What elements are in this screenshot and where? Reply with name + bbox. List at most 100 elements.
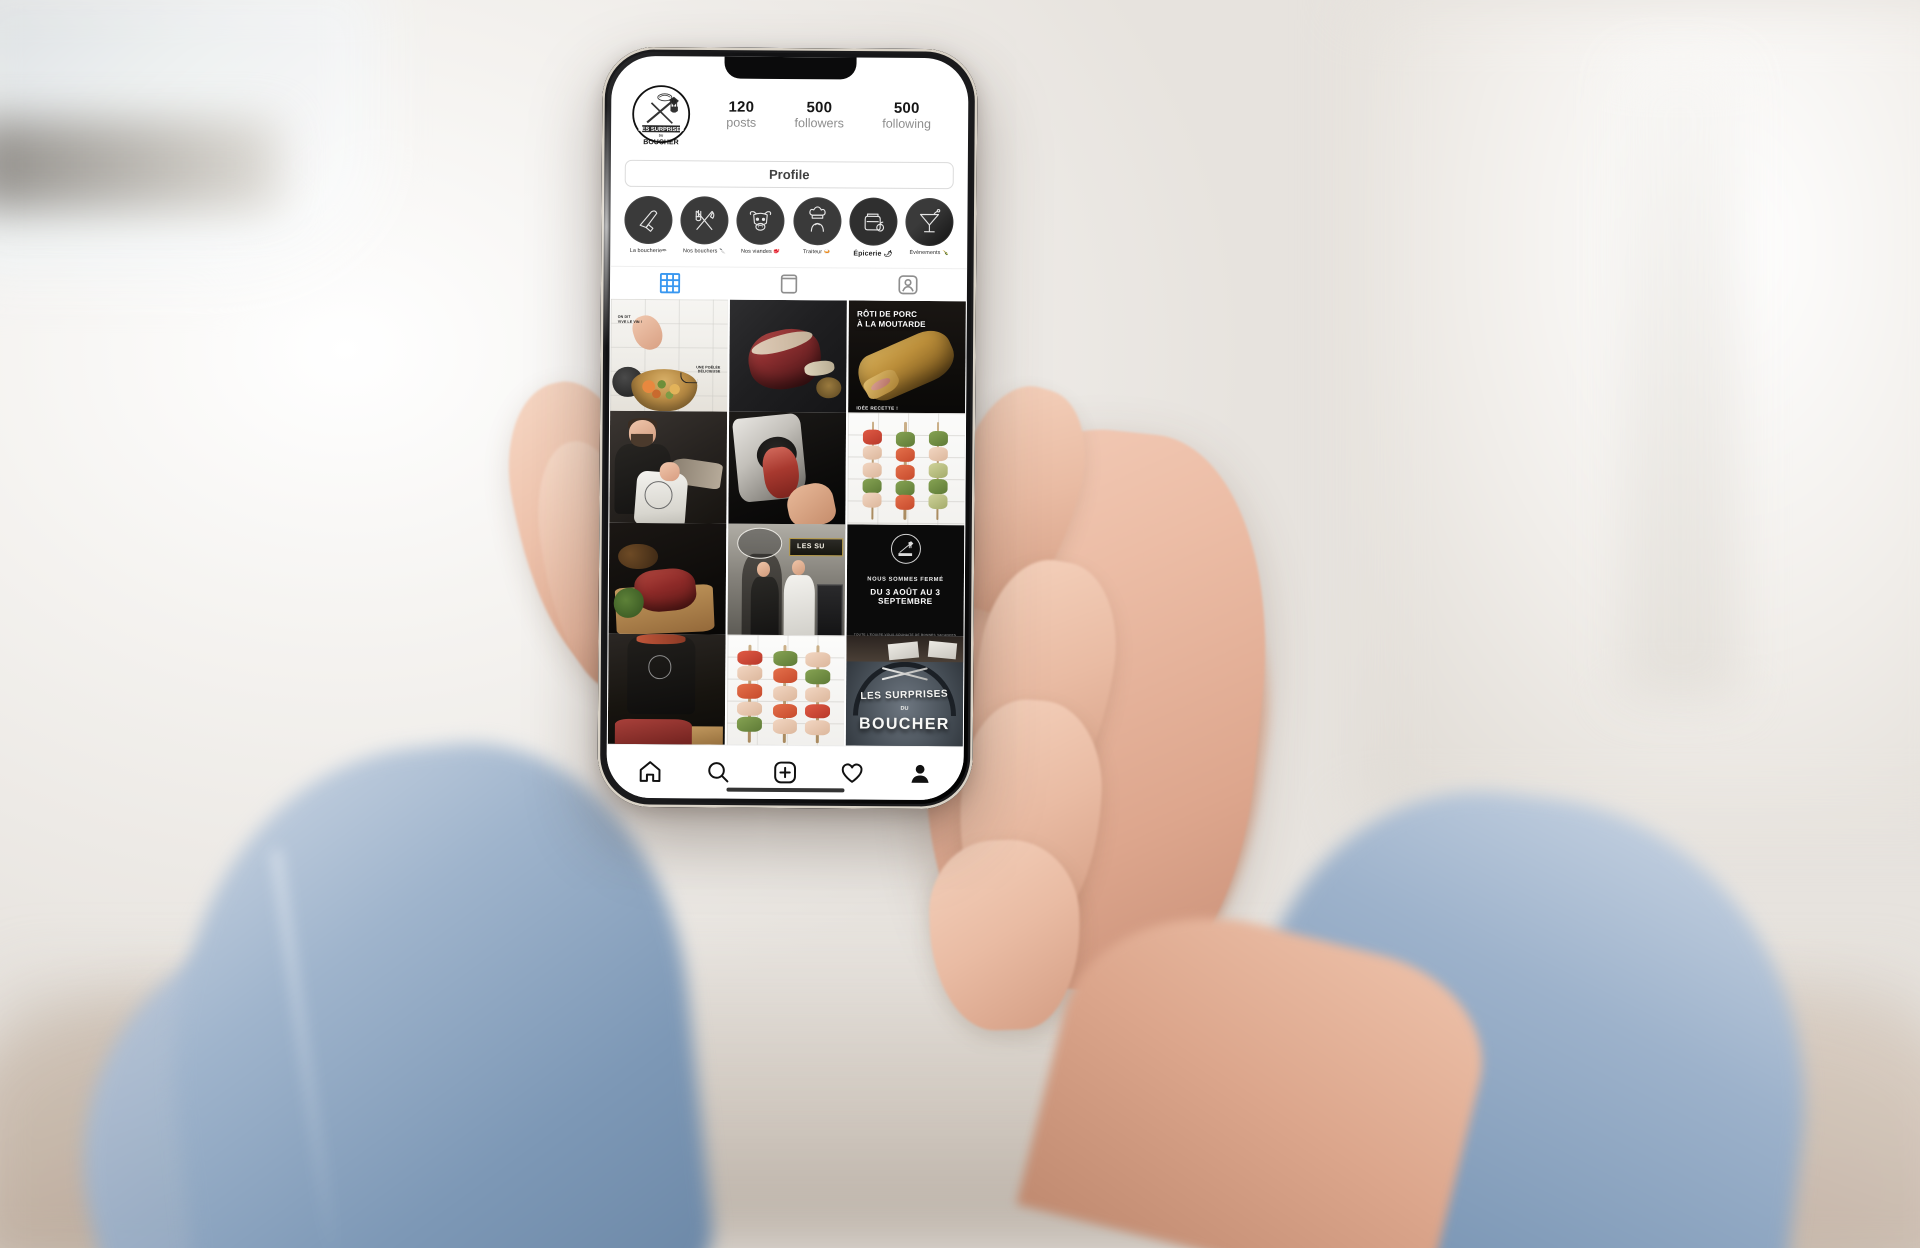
post-image bbox=[847, 412, 966, 530]
profile-button[interactable]: Profile bbox=[624, 159, 954, 190]
skewer-3 bbox=[928, 422, 948, 521]
skewer-piece bbox=[862, 462, 883, 478]
nav-search[interactable] bbox=[699, 753, 737, 791]
post-image: RÔTI DE PORC À LA MOUTARDE IDÉE RECETTE … bbox=[848, 300, 966, 419]
highlight-cover bbox=[792, 197, 842, 246]
awning-left bbox=[887, 641, 920, 661]
tab-reels[interactable] bbox=[729, 268, 848, 301]
skewer-piece bbox=[895, 465, 915, 480]
post-image bbox=[728, 411, 847, 530]
background-shelf bbox=[0, 120, 280, 210]
announcement-line-1: NOUS SOMMES FERMÉ bbox=[867, 576, 944, 584]
svg-text:LES SURPRISES: LES SURPRISES bbox=[638, 127, 684, 133]
profile-tabs bbox=[609, 265, 968, 302]
post-tile-11[interactable] bbox=[726, 634, 845, 747]
side-dish-shape bbox=[815, 377, 842, 399]
story-highlights: La boucherie✏ Nos bouchers 🔪 Nos viandes… bbox=[610, 187, 968, 262]
post-tile-8[interactable]: LES SU bbox=[727, 523, 846, 641]
tab-grid[interactable] bbox=[610, 267, 729, 300]
post-tile-3[interactable]: RÔTI DE PORC À LA MOUTARDE IDÉE RECETTE … bbox=[848, 300, 966, 419]
skewer-piece bbox=[862, 492, 882, 508]
skewer-piece bbox=[772, 668, 798, 683]
skewer-2 bbox=[895, 421, 916, 521]
phone-notch bbox=[723, 56, 857, 80]
skewer-piece bbox=[895, 494, 915, 510]
nav-home[interactable] bbox=[631, 752, 669, 790]
post-image: NOUS SOMMES FERMÉ DU 3 AOÛT AU 3 SEPTEMB… bbox=[846, 523, 965, 642]
highlight-cover bbox=[680, 196, 729, 245]
skewer-piece bbox=[805, 703, 831, 719]
svg-text:BOUCHER: BOUCHER bbox=[643, 139, 678, 146]
post-image bbox=[729, 299, 847, 418]
skewer-piece bbox=[737, 701, 763, 717]
skewer-piece bbox=[863, 429, 883, 445]
post-image: ON DIT VIVE LE VIN ! UNE POÊLÉE DÉLICIEU… bbox=[610, 298, 728, 417]
knife-fork-icon bbox=[695, 210, 715, 231]
post-image bbox=[607, 634, 726, 747]
grid-icon bbox=[659, 273, 680, 294]
skewer-piece bbox=[928, 430, 948, 446]
apron-logo bbox=[648, 655, 672, 679]
skewer-piece bbox=[805, 652, 831, 668]
skewer-piece bbox=[737, 665, 763, 681]
avatar[interactable]: LES SURPRISES DU BOUCHER bbox=[624, 77, 698, 151]
skewer-piece bbox=[928, 463, 948, 479]
post-tile-5[interactable] bbox=[728, 411, 847, 530]
stat-posts[interactable]: 120 posts bbox=[726, 98, 756, 130]
stat-followers[interactable]: 500 followers bbox=[795, 99, 845, 131]
skewer-piece bbox=[805, 720, 830, 736]
post-tile-7[interactable] bbox=[608, 522, 727, 641]
nav-profile[interactable] bbox=[901, 754, 939, 792]
post-tile-4[interactable] bbox=[609, 410, 728, 529]
highlight-evenements[interactable]: Évènements 🍾 bbox=[904, 197, 954, 258]
skewer-piece bbox=[895, 447, 916, 463]
butcher-2 bbox=[783, 574, 815, 641]
highlight-traiteur[interactable]: Traiteur 🍛 bbox=[792, 197, 842, 257]
highlight-label: Nos viandes 🥩 bbox=[740, 248, 781, 255]
stat-following-value: 500 bbox=[893, 99, 920, 117]
post-tile-10[interactable] bbox=[607, 634, 726, 747]
cocktail-icon bbox=[919, 209, 941, 233]
highlight-cover bbox=[905, 197, 954, 247]
shop-banner: LES SU bbox=[788, 537, 843, 557]
post-tile-6[interactable] bbox=[847, 412, 966, 530]
highlight-nos-viandes[interactable]: Nos viandes 🥩 bbox=[736, 196, 786, 257]
skewer-piece bbox=[772, 685, 798, 701]
profile-action-row: Profile bbox=[611, 154, 968, 190]
highlight-nos-bouchers[interactable]: Nos bouchers 🔪 bbox=[679, 196, 729, 256]
apron-strap bbox=[636, 634, 686, 644]
highlight-epicerie[interactable]: Épicerie 🌶 bbox=[848, 197, 898, 258]
crossed-utensils-icon bbox=[881, 664, 928, 683]
jar-icon bbox=[864, 213, 884, 232]
tab-tagged[interactable] bbox=[848, 268, 967, 301]
cleaver-icon bbox=[639, 210, 658, 232]
stat-following[interactable]: 500 following bbox=[882, 99, 931, 131]
plus-square-icon bbox=[774, 761, 796, 784]
highlight-label: Nos bouchers 🔪 bbox=[682, 248, 726, 255]
highlight-cover bbox=[736, 196, 785, 245]
nav-create[interactable] bbox=[766, 753, 804, 791]
post-tile-12[interactable]: LES SURPRISES DU BOUCHER bbox=[845, 635, 964, 747]
chef-icon bbox=[808, 206, 826, 232]
avatar-logo-icon: LES SURPRISES DU BOUCHER bbox=[632, 85, 691, 146]
search-icon bbox=[707, 762, 728, 783]
post-tile-2[interactable] bbox=[729, 299, 847, 418]
home-icon bbox=[639, 761, 661, 782]
highlight-label: Épicerie 🌶 bbox=[853, 250, 893, 258]
skewer-1 bbox=[737, 644, 763, 743]
highlight-cover bbox=[624, 195, 673, 245]
nav-activity[interactable] bbox=[833, 754, 871, 792]
skewer-piece bbox=[928, 446, 948, 462]
skewer-piece bbox=[805, 669, 831, 685]
shop-fridge bbox=[816, 584, 843, 637]
post-tile-1[interactable]: ON DIT VIVE LE VIN ! UNE POÊLÉE DÉLICIEU… bbox=[610, 298, 728, 417]
post-image: LES SU bbox=[727, 523, 846, 641]
skewer-piece bbox=[772, 719, 798, 735]
post-image bbox=[608, 522, 727, 641]
home-indicator bbox=[725, 787, 844, 793]
highlight-label: La boucherie✏ bbox=[629, 247, 667, 255]
post-tile-9[interactable]: NOUS SOMMES FERMÉ DU 3 AOÛT AU 3 SEPTEMB… bbox=[846, 523, 965, 642]
customer-hand bbox=[659, 462, 680, 482]
skewer-piece bbox=[737, 716, 763, 732]
highlight-la-boucherie[interactable]: La boucherie✏ bbox=[623, 195, 673, 256]
